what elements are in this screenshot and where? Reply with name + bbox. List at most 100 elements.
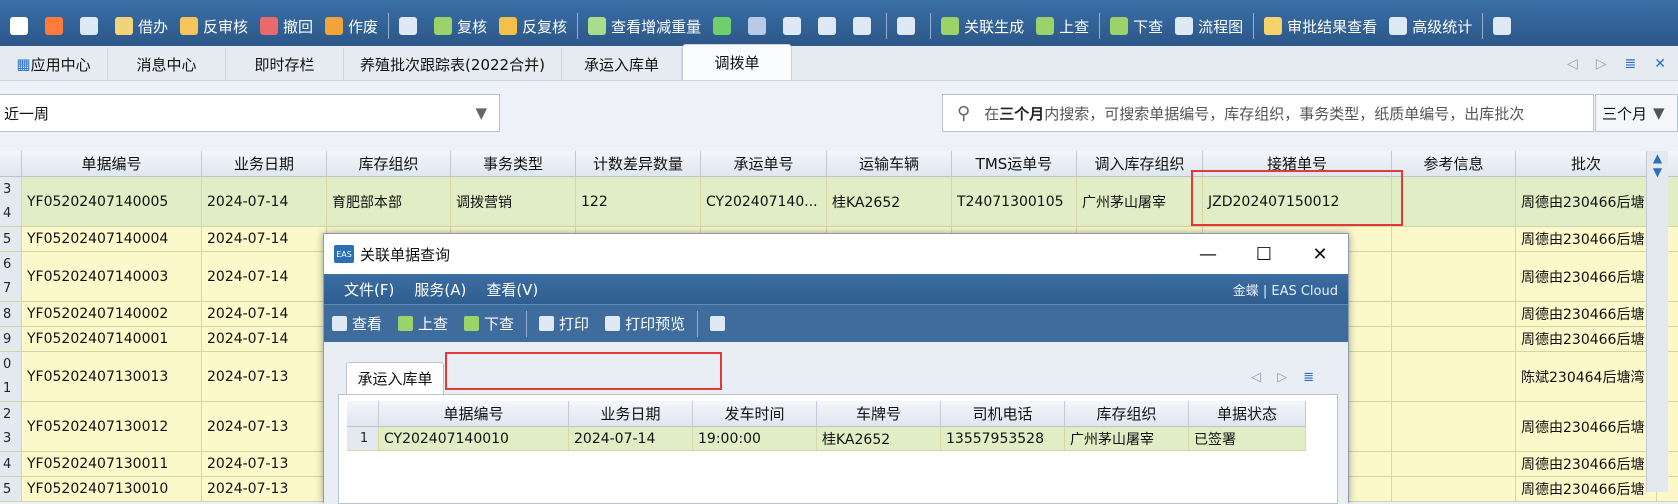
grid-col-header[interactable]: 批次 bbox=[1516, 151, 1657, 176]
toolbar-button-20[interactable]: 流程图 bbox=[1169, 0, 1249, 52]
approval-icon bbox=[1264, 17, 1283, 35]
row-number-digit: 8 bbox=[3, 306, 12, 322]
toolbar-button-9[interactable]: 反复核 bbox=[493, 0, 573, 52]
grid-col-header[interactable]: 业务日期 bbox=[202, 151, 327, 176]
tab-4[interactable]: 承运入库单 bbox=[562, 48, 682, 80]
dialog-tool-5[interactable] bbox=[710, 316, 730, 331]
toolbar-button-16[interactable] bbox=[891, 0, 926, 52]
minimize-icon[interactable]: — bbox=[1180, 234, 1236, 274]
toolbar-button-17[interactable]: 关联生成 bbox=[935, 0, 1030, 52]
dialog-tool-3[interactable]: 打印 bbox=[539, 313, 589, 334]
toolbar-button-6[interactable]: 作废 bbox=[319, 0, 384, 52]
toolbar-button-14[interactable] bbox=[812, 0, 847, 52]
sub-col-header[interactable]: 司机电话 bbox=[941, 401, 1065, 426]
dialog-menu-item[interactable]: 查看(V) bbox=[486, 279, 538, 300]
filter-icon bbox=[748, 17, 767, 35]
toolbar-button-1[interactable] bbox=[39, 0, 74, 52]
table-cell: 周德由230466后塘 bbox=[1516, 302, 1657, 326]
dialog-menu-item[interactable]: 服务(A) bbox=[414, 279, 466, 300]
sub-col-header[interactable] bbox=[347, 401, 379, 426]
toolbar-label: 作废 bbox=[348, 17, 379, 36]
grid-col-header[interactable]: 参考信息 bbox=[1392, 151, 1516, 176]
refresh-icon bbox=[713, 17, 732, 35]
dialog-tool-2[interactable]: 下查 bbox=[464, 313, 514, 334]
grid-col-header[interactable]: 运输车辆 bbox=[827, 151, 952, 176]
row-number: 8 bbox=[0, 302, 22, 326]
grid-col-header[interactable]: 承运单号 bbox=[701, 151, 827, 176]
scroll-down-icon[interactable]: ▼ bbox=[1647, 165, 1668, 179]
toolbar-button-21[interactable]: 审批结果查看 bbox=[1258, 0, 1383, 52]
toolbar-button-19[interactable]: 下查 bbox=[1104, 0, 1169, 52]
chevron-down-icon[interactable]: ▼ bbox=[475, 104, 487, 122]
search-placeholder-bold: 三个月 bbox=[999, 104, 1045, 123]
chevron-down-icon[interactable]: ▼ bbox=[1653, 104, 1665, 122]
sub-col-header[interactable]: 车牌号 bbox=[817, 401, 941, 426]
dialog-tool-4[interactable]: 打印预览 bbox=[605, 313, 685, 334]
toolbar-button-4[interactable]: 反审核 bbox=[174, 0, 254, 52]
table-cell: 周德由230466后塘 bbox=[1516, 227, 1657, 251]
tab-prev-icon[interactable]: ◁ bbox=[1567, 56, 1578, 72]
dialog-tool-0[interactable]: 查看 bbox=[332, 313, 382, 334]
sub-col-header[interactable]: 单据状态 bbox=[1189, 401, 1306, 426]
toolbar-button-22[interactable]: 高级统计 bbox=[1383, 0, 1478, 52]
toolbar-button-23[interactable] bbox=[1487, 0, 1522, 52]
toolbar-button-2[interactable] bbox=[74, 0, 109, 52]
grid-col-header[interactable]: 计数差异数量 bbox=[576, 151, 701, 176]
period-value: 三个月 bbox=[1602, 104, 1648, 123]
table-cell: 桂KA2652 bbox=[817, 427, 941, 450]
tab-next-icon[interactable]: ▷ bbox=[1596, 56, 1607, 72]
sub-col-header[interactable]: 业务日期 bbox=[569, 401, 693, 426]
tab-5[interactable]: 调拨单 bbox=[682, 44, 792, 80]
table-cell bbox=[1392, 177, 1516, 226]
toolbar-button-3[interactable]: 借办 bbox=[109, 0, 174, 52]
sub-col-header[interactable]: 库存组织 bbox=[1065, 401, 1189, 426]
grid-col-header[interactable]: 单据编号 bbox=[22, 151, 202, 176]
app-logo-icon: EAS bbox=[334, 245, 354, 263]
table-cell: 2024-07-13 bbox=[202, 452, 327, 476]
sub-table-row[interactable]: 1 CY202407140010 2024-07-14 19:00:00 桂KA2652… bbox=[347, 427, 1306, 451]
tab-nav: ◁ ▷ ≣ ✕ bbox=[1567, 56, 1666, 72]
tab-0[interactable]: ▦ 应用中心 bbox=[0, 48, 108, 80]
search-icon[interactable]: ⚲ bbox=[957, 103, 970, 124]
close-icon[interactable]: ✕ bbox=[1292, 234, 1348, 274]
subtab-next-icon[interactable]: ▷ bbox=[1277, 370, 1287, 385]
grid-col-header[interactable]: TMS运单号 bbox=[952, 151, 1077, 176]
table-cell: 周德由230466后塘 bbox=[1516, 252, 1657, 301]
tab-3[interactable]: 养殖批次跟踪表(2022合并) bbox=[344, 48, 562, 80]
grid-col-header[interactable]: 事务类型 bbox=[451, 151, 576, 176]
trace-up-icon bbox=[1036, 17, 1055, 35]
tab-list-icon[interactable]: ≣ bbox=[1625, 56, 1637, 72]
grid-col-header[interactable]: 库存组织 bbox=[327, 151, 451, 176]
tab-carrier-inbound[interactable]: 承运入库单 bbox=[346, 362, 444, 394]
toolbar-button-8[interactable]: 复核 bbox=[428, 0, 493, 52]
period-select[interactable]: 三个月 ▼ bbox=[1595, 94, 1678, 132]
tab-2[interactable]: 即时存栏 bbox=[226, 48, 344, 80]
toolbar-button-0[interactable] bbox=[4, 0, 39, 52]
date-filter-select[interactable]: 近一周 ▼ bbox=[0, 94, 500, 132]
toolbar-button-18[interactable]: 上查 bbox=[1030, 0, 1095, 52]
table-cell: 已签署 bbox=[1189, 427, 1306, 450]
brand-label: 金蝶 | EAS Cloud bbox=[1232, 283, 1338, 299]
toolbar-button-15[interactable] bbox=[847, 0, 882, 52]
tab-close-icon[interactable]: ✕ bbox=[1654, 56, 1666, 72]
toolbar-button-7[interactable] bbox=[393, 0, 428, 52]
dialog-menu-item[interactable]: 文件(F) bbox=[344, 279, 394, 300]
tab-label: 养殖批次跟踪表(2022合并) bbox=[360, 55, 545, 74]
toolbar-button-5[interactable]: 撤回 bbox=[254, 0, 319, 52]
maximize-icon[interactable]: ☐ bbox=[1236, 234, 1292, 274]
tab-1[interactable]: 消息中心 bbox=[108, 48, 226, 80]
grid-col-header[interactable]: 调入库存组织 bbox=[1077, 151, 1203, 176]
tool-label: 上查 bbox=[418, 315, 449, 333]
grid-col-header[interactable] bbox=[0, 151, 22, 176]
toolbar-separator bbox=[697, 310, 699, 337]
sub-col-header[interactable]: 单据编号 bbox=[379, 401, 569, 426]
sub-grid-header: 单据编号 业务日期 发车时间 车牌号 司机电话 库存组织 单据状态 bbox=[347, 401, 1306, 427]
sub-col-header[interactable]: 发车时间 bbox=[693, 401, 817, 426]
subtab-prev-icon[interactable]: ◁ bbox=[1251, 370, 1261, 385]
dialog-tool-1[interactable]: 上查 bbox=[398, 313, 448, 334]
vertical-scrollbar[interactable]: ▲ ▼ bbox=[1646, 151, 1668, 492]
table-row[interactable]: 3 4 YF05202407140005 2024-07-14 育肥部本部 调拨营销 122… bbox=[0, 177, 1678, 227]
search-input[interactable]: ⚲ 在 三个月 内搜索，可搜索单据编号，库存组织，事务类型，纸质单编号，出库批次 bbox=[942, 94, 1594, 132]
subtab-list-icon[interactable]: ≣ bbox=[1303, 370, 1314, 385]
scroll-up-icon[interactable]: ▲ bbox=[1647, 151, 1668, 165]
